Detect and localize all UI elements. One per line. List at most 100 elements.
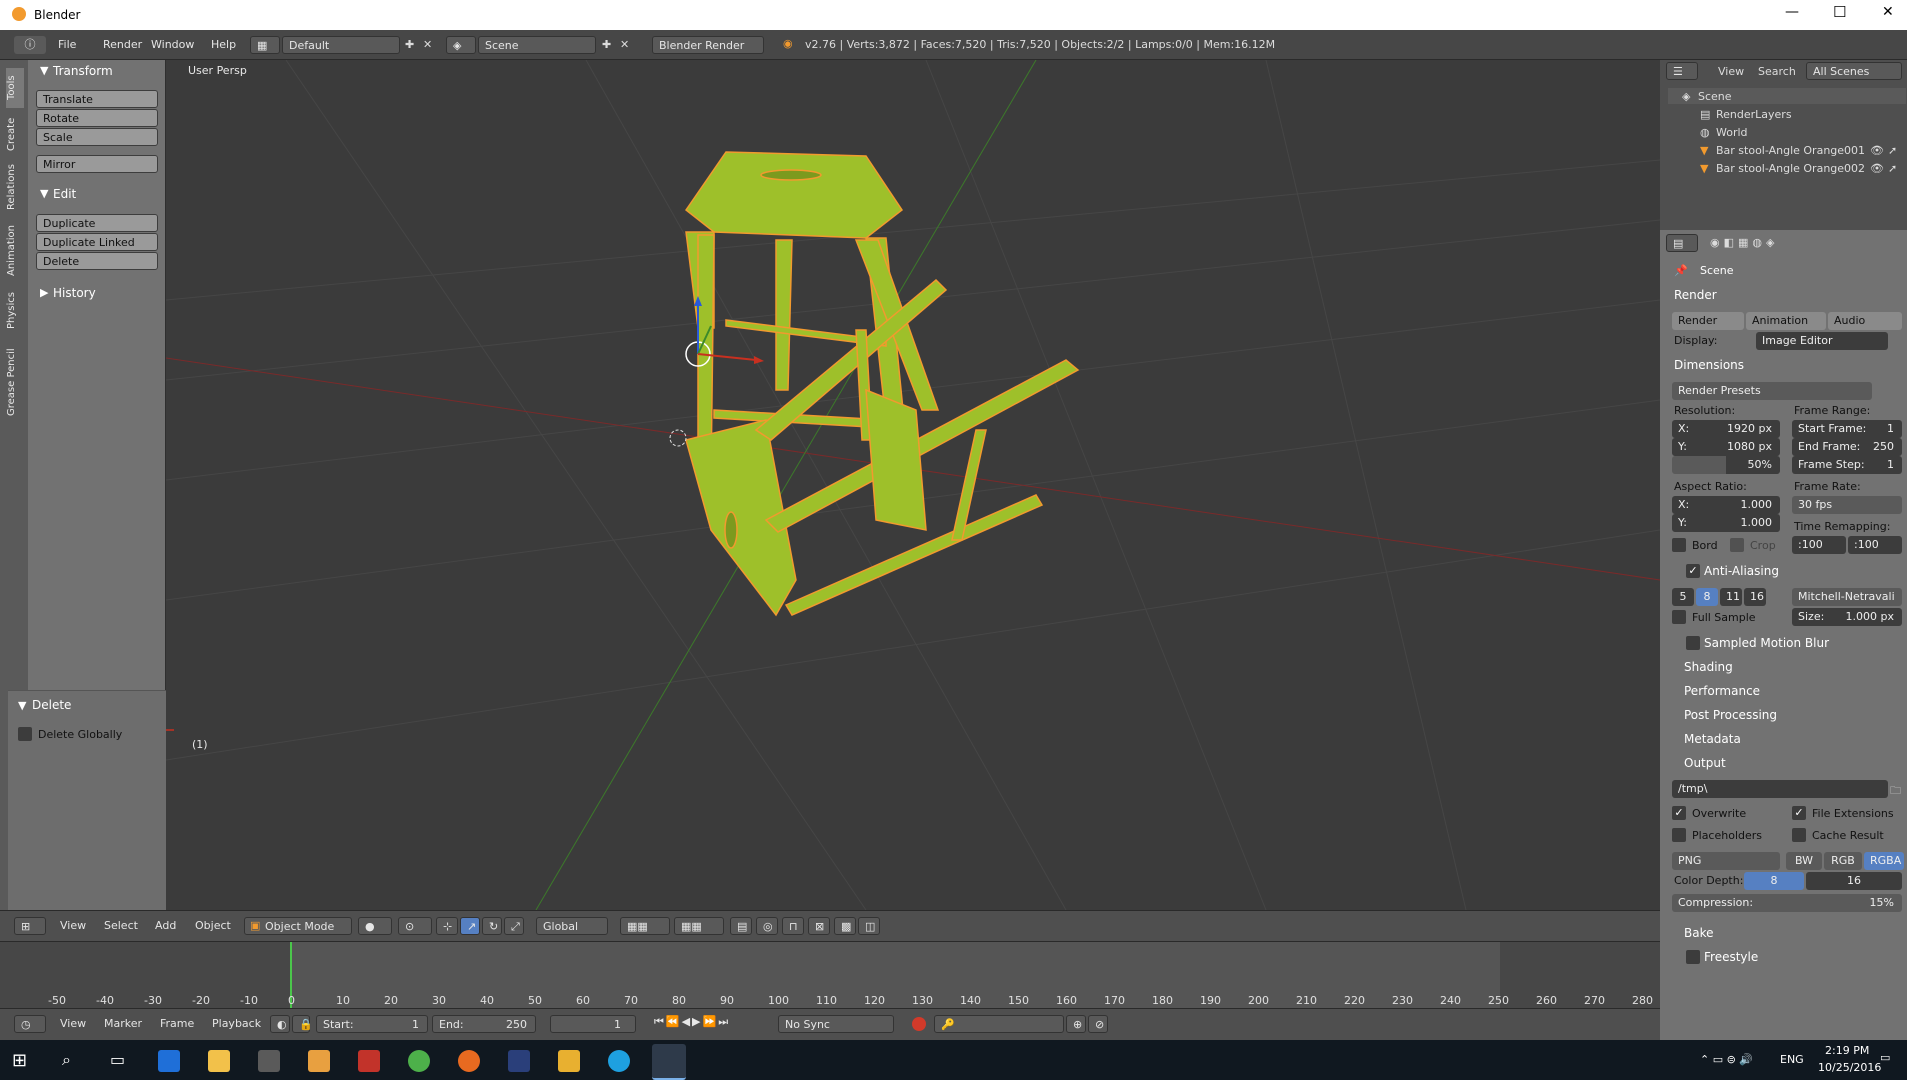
editor-type-icon[interactable]: ⊞ <box>14 917 46 935</box>
transform-panel-title[interactable]: Transform <box>53 64 113 78</box>
menu-add[interactable]: Add <box>155 919 176 932</box>
task-view-icon[interactable]: ▭ <box>110 1050 125 1069</box>
acrobat-icon[interactable] <box>358 1050 380 1072</box>
motion-blur-checkbox[interactable] <box>1686 636 1700 650</box>
full-sample-checkbox[interactable] <box>1672 610 1686 624</box>
sampled-motion-blur-section[interactable]: Sampled Motion Blur <box>1704 636 1829 650</box>
mirror-button[interactable]: Mirror <box>36 155 158 173</box>
opengl-render-icon[interactable]: ◫ <box>858 917 880 935</box>
record-icon[interactable] <box>912 1017 926 1031</box>
tab-grease-pencil[interactable]: Grease Pencil <box>6 340 24 424</box>
outliner-item-renderlayers[interactable]: RenderLayers <box>1716 108 1792 121</box>
photoshop-icon[interactable] <box>508 1050 530 1072</box>
file-extensions-checkbox[interactable]: ✓ <box>1792 806 1806 820</box>
visibility-eye-icon[interactable]: 👁 <box>1870 162 1884 175</box>
animation-button[interactable]: Animation <box>1746 312 1826 330</box>
dimensions-section-title[interactable]: Dimensions <box>1674 358 1744 372</box>
language-indicator[interactable]: ENG <box>1780 1053 1804 1066</box>
aa-samples-5[interactable]: 5 <box>1672 588 1694 606</box>
delete-globally-checkbox[interactable] <box>18 727 32 741</box>
output-section-title[interactable]: Output <box>1684 756 1726 770</box>
snap-target-icon[interactable]: ⊠ <box>808 917 830 935</box>
selectable-cursor-icon[interactable]: ➚ <box>1888 144 1897 157</box>
timeline[interactable]: -50 -40 -30 -20 -10 0 10 20 30 40 50 60 70 80 90 100 110… <box>0 942 1660 1008</box>
output-path-field[interactable]: /tmp\ <box>1672 780 1888 798</box>
menu-view[interactable]: View <box>60 1017 86 1030</box>
scene-selector[interactable]: Scene <box>478 36 596 54</box>
history-panel-title[interactable]: History <box>53 286 96 300</box>
scene-icon[interactable]: ◈ <box>446 36 476 54</box>
tab-physics[interactable]: Physics <box>6 286 24 336</box>
orientation-selector[interactable]: Global <box>536 917 608 935</box>
resolution-percentage-slider[interactable]: 50% <box>1672 456 1780 474</box>
layout-selector[interactable]: Default <box>282 36 400 54</box>
3d-viewport[interactable]: User Persp (1) <box>166 60 1660 910</box>
fps-selector[interactable]: 30 fps <box>1792 496 1902 514</box>
outliner-filter-selector[interactable]: All Scenes <box>1806 62 1902 80</box>
outliner-editor-type-icon[interactable]: ☰ <box>1666 62 1698 80</box>
playback-controls[interactable]: ⏮⏪◀▶⏩⏭ <box>654 1015 730 1029</box>
post-processing-section[interactable]: Post Processing <box>1684 708 1777 722</box>
bake-section[interactable]: Bake <box>1684 926 1714 940</box>
shading-section[interactable]: Shading <box>1684 660 1733 674</box>
outlook-icon[interactable] <box>558 1050 580 1072</box>
outliner-menu-search[interactable]: Search <box>1758 65 1796 78</box>
clock-time[interactable]: 2:19 PM <box>1825 1044 1869 1057</box>
display-selector[interactable]: Image Editor <box>1756 332 1888 350</box>
sync-selector[interactable]: No Sync <box>778 1015 894 1033</box>
color-bw-button[interactable]: BW <box>1786 852 1822 870</box>
edit-panel-title[interactable]: Edit <box>53 187 76 201</box>
end-frame-field[interactable]: End: 250 <box>432 1015 536 1033</box>
color-rgba-button[interactable]: RGBA <box>1864 852 1904 870</box>
layer-lock-icon[interactable]: ▤ <box>730 917 752 935</box>
aspect-x-field[interactable]: X: 1.000 <box>1672 496 1780 514</box>
clock-date[interactable]: 10/25/2016 <box>1818 1061 1881 1074</box>
delete-keyframe-icon[interactable]: ⊘ <box>1088 1015 1108 1033</box>
performance-section[interactable]: Performance <box>1684 684 1760 698</box>
render-engine-selector[interactable]: Blender Render <box>652 36 764 54</box>
pivot-point-selector[interactable]: ⊙ <box>398 917 432 935</box>
aa-samples-16[interactable]: 16 <box>1744 588 1766 606</box>
file-format-selector[interactable]: PNG <box>1672 852 1780 870</box>
menu-file[interactable]: File <box>58 38 76 51</box>
collapse-arrow-icon[interactable]: ▼ <box>40 64 48 77</box>
maximize-button[interactable]: ☐ <box>1833 3 1846 21</box>
render-section-title[interactable]: Render <box>1674 288 1717 302</box>
store-icon[interactable] <box>258 1050 280 1072</box>
outliner-item-scene[interactable]: Scene <box>1698 90 1732 103</box>
properties-editor-type-icon[interactable]: ▤ <box>1666 234 1698 252</box>
menu-playback[interactable]: Playback <box>212 1017 261 1030</box>
tab-create[interactable]: Create <box>6 112 24 156</box>
aa-filter-selector[interactable]: Mitchell-Netravali <box>1792 588 1902 606</box>
color-depth-8-button[interactable]: 8 <box>1744 872 1804 890</box>
manipulator-toggle[interactable]: ⊹ <box>436 917 458 935</box>
add-scene-icon[interactable]: ✚ <box>602 38 611 51</box>
end-frame-field[interactable]: End Frame: 250 <box>1792 438 1902 456</box>
keying-set-field[interactable]: 🔑 <box>934 1015 1064 1033</box>
remap-old-field[interactable]: :100 <box>1792 536 1846 554</box>
menu-select[interactable]: Select <box>104 919 138 932</box>
menu-help[interactable]: Help <box>211 38 236 51</box>
frame-step-field[interactable]: Frame Step: 1 <box>1792 456 1902 474</box>
outliner-item-stool-001[interactable]: Bar stool-Angle Orange001 <box>1716 144 1866 157</box>
start-frame-field[interactable]: Start: 1 <box>316 1015 428 1033</box>
pin-icon[interactable]: 📌 <box>1674 264 1688 277</box>
menu-marker[interactable]: Marker <box>104 1017 142 1030</box>
remap-new-field[interactable]: :100 <box>1848 536 1902 554</box>
info-editor-type-icon[interactable]: ⓘ <box>14 36 46 54</box>
layout-icon[interactable]: ▦ <box>250 36 280 54</box>
translate-manipulator-icon[interactable]: ↗ <box>460 917 480 935</box>
properties-context-tabs[interactable]: ◉◧▦◍◈ <box>1710 236 1778 249</box>
menu-object[interactable]: Object <box>195 919 231 932</box>
filter-size-field[interactable]: Size: 1.000 px <box>1792 608 1902 626</box>
overwrite-checkbox[interactable]: ✓ <box>1672 806 1686 820</box>
tab-relations[interactable]: Relations <box>6 158 24 216</box>
resolution-y-field[interactable]: Y: 1080 px <box>1672 438 1780 456</box>
outliner-item-stool-002[interactable]: Bar stool-Angle Orange002 <box>1716 162 1866 175</box>
insert-keyframe-icon[interactable]: ⊕ <box>1066 1015 1086 1033</box>
preview-range-icon[interactable]: ◐ <box>270 1015 290 1033</box>
proportional-edit-icon[interactable]: ◎ <box>756 917 778 935</box>
duplicate-linked-button[interactable]: Duplicate Linked <box>36 233 158 251</box>
freestyle-section[interactable]: Freestyle <box>1704 950 1758 964</box>
aspect-y-field[interactable]: Y: 1.000 <box>1672 514 1780 532</box>
